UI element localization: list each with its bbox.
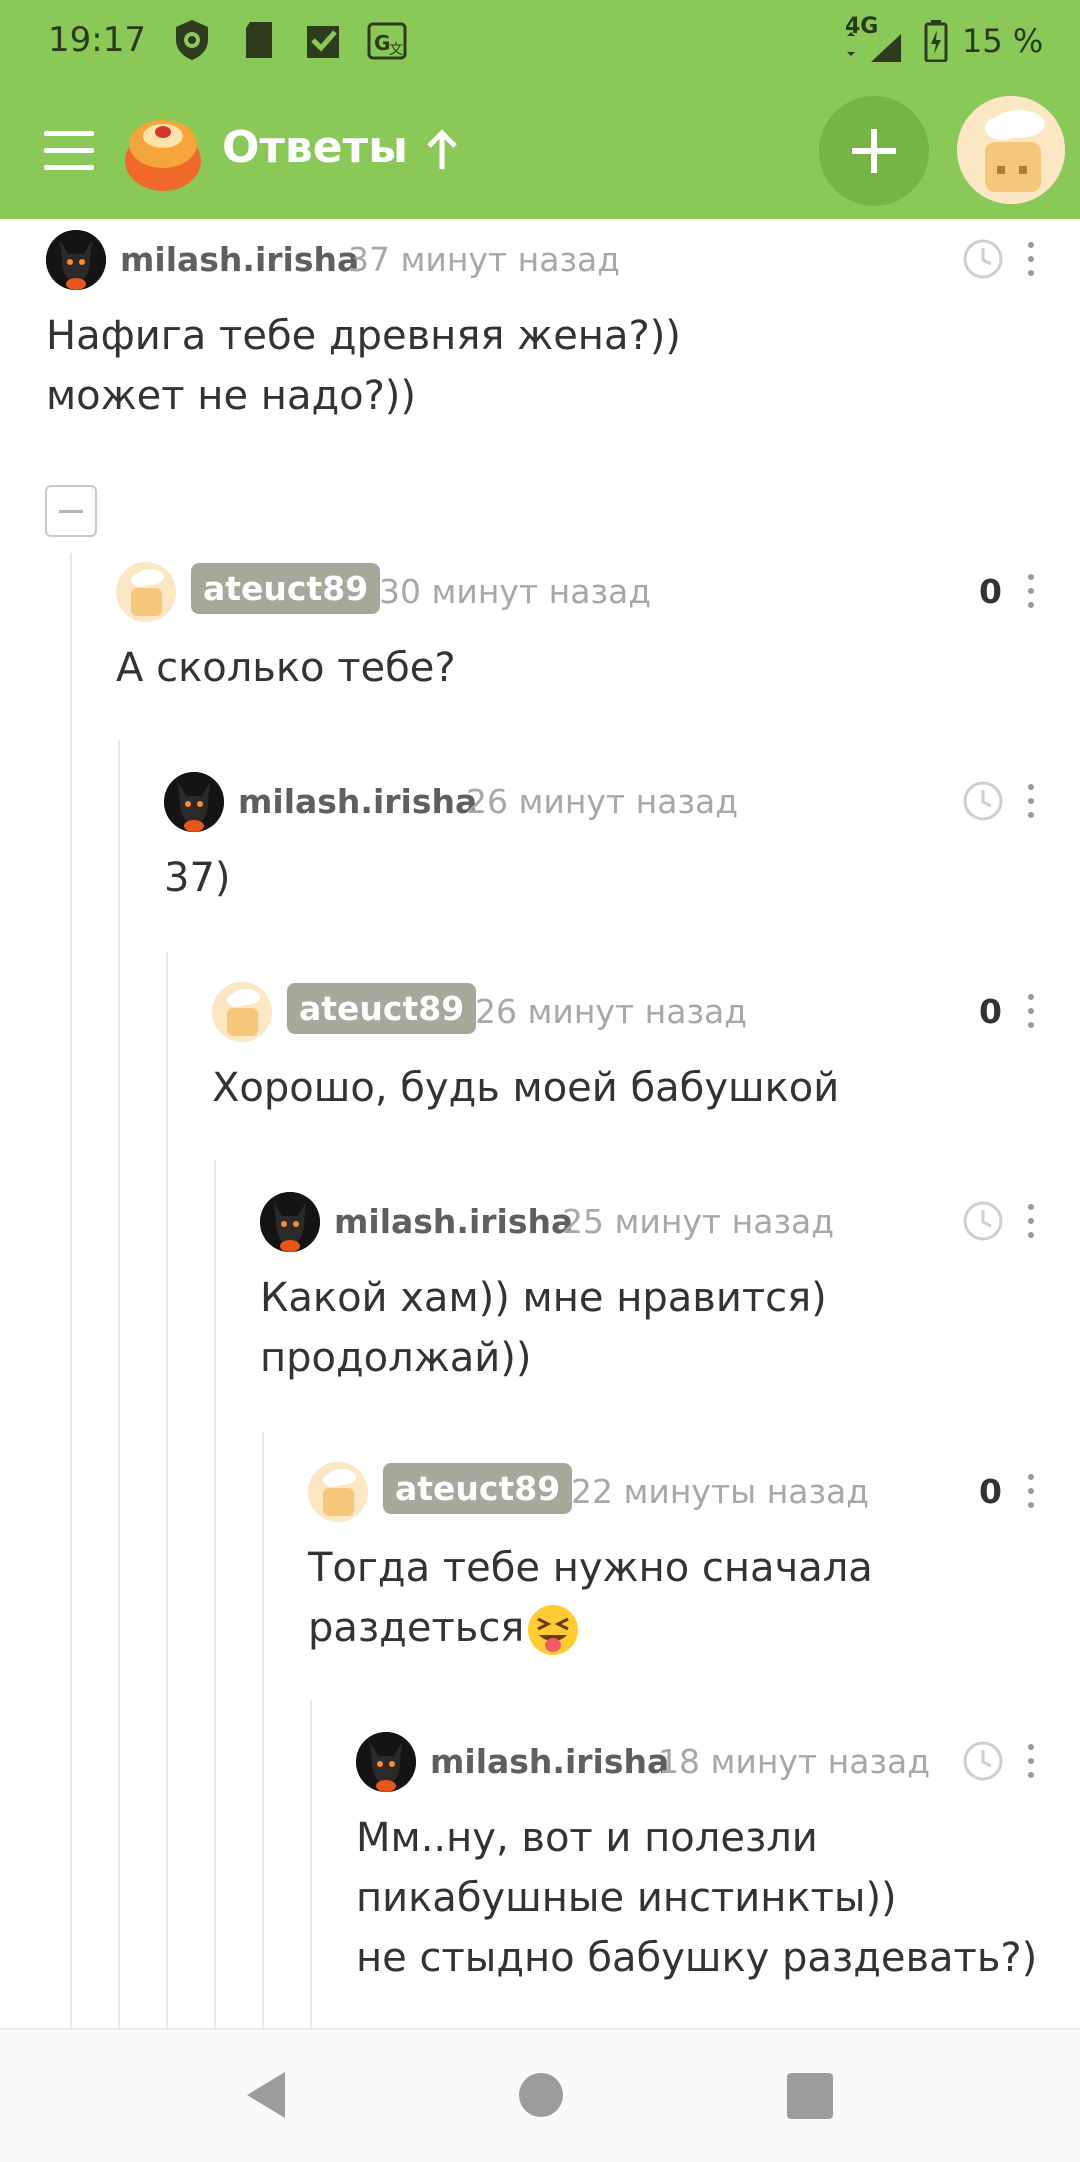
- more-options-icon[interactable]: [1024, 240, 1038, 280]
- comment-rating: 0: [979, 992, 1002, 1031]
- comment-text: 37): [164, 855, 231, 901]
- thread-line: [70, 553, 72, 2028]
- squinting-tongue-emoji: [528, 1605, 579, 1655]
- chef-avatar[interactable]: [212, 982, 272, 1042]
- battery-icon: [924, 20, 948, 62]
- thread-line: [214, 1160, 216, 2028]
- comment-text: Тогда тебе нужно сначала раздеться: [308, 1538, 873, 1658]
- thread-line: [118, 740, 120, 2028]
- clock-icon[interactable]: [962, 1200, 1004, 1242]
- system-nav-bar: [0, 2028, 1080, 2162]
- chef-avatar[interactable]: [116, 562, 176, 622]
- add-post-button[interactable]: [819, 96, 929, 206]
- more-options-icon[interactable]: [1024, 992, 1038, 1032]
- comment-time: 26 минут назад: [475, 992, 748, 1031]
- translate-icon: G 文: [367, 22, 407, 60]
- thread-line: [310, 1700, 312, 2028]
- comment-author-badge[interactable]: ateuct89: [383, 1463, 573, 1514]
- more-options-icon[interactable]: [1024, 572, 1038, 612]
- more-options-icon[interactable]: [1024, 782, 1038, 822]
- page-title: Ответы: [222, 122, 408, 173]
- app-bar: Ответы: [0, 84, 1080, 219]
- comment-author-badge[interactable]: ateuct89: [287, 983, 477, 1034]
- comment-text: А сколько тебе?: [116, 645, 456, 691]
- chef-avatar[interactable]: [308, 1462, 368, 1522]
- comment-rating: 0: [979, 572, 1002, 611]
- comment-rating: 0: [979, 1472, 1002, 1511]
- battery-percent: 15 %: [962, 22, 1044, 60]
- dark-cat-avatar[interactable]: [356, 1732, 416, 1792]
- comment-text: Хорошо, будь моей бабушкой: [212, 1065, 840, 1111]
- more-options-icon[interactable]: [1024, 1202, 1038, 1242]
- collapse-thread-button[interactable]: [45, 485, 97, 537]
- thread-line: [262, 1432, 264, 2028]
- svg-text:G: G: [374, 31, 390, 55]
- comment-time: 18 минут назад: [658, 1742, 931, 1781]
- back-triangle-icon[interactable]: [245, 2070, 289, 2120]
- comment-time: 22 минуты назад: [571, 1472, 870, 1511]
- dark-cat-avatar[interactable]: [46, 230, 106, 290]
- comment-text: Мм..ну, вот и полезли пикабушные инстинк…: [356, 1815, 1038, 1981]
- clock-icon[interactable]: [962, 780, 1004, 822]
- comment-author[interactable]: milash.irisha: [238, 782, 477, 821]
- pikabu-logo-icon: [125, 120, 201, 191]
- recents-square-icon[interactable]: [787, 2073, 833, 2119]
- thread-line: [166, 952, 168, 2028]
- clock-icon[interactable]: [962, 238, 1004, 280]
- comment-text: Нафига тебе древняя жена?)) может не над…: [46, 313, 681, 419]
- clock-icon[interactable]: [962, 1740, 1004, 1782]
- hamburger-menu-icon[interactable]: [44, 131, 94, 171]
- comment-author[interactable]: milash.irisha: [334, 1202, 573, 1241]
- comment-time: 25 минут назад: [562, 1202, 835, 1241]
- signal-icon: [847, 32, 901, 62]
- comment-author[interactable]: milash.irisha: [430, 1742, 669, 1781]
- more-options-icon[interactable]: [1024, 1742, 1038, 1782]
- comment-author-badge[interactable]: ateuct89: [191, 563, 381, 614]
- status-time: 19:17: [48, 20, 146, 60]
- comment-author[interactable]: milash.irisha: [120, 240, 359, 279]
- comment-time: 30 минут назад: [379, 572, 652, 611]
- comment-time: 37 минут назад: [348, 240, 621, 279]
- arrow-up-icon[interactable]: [424, 129, 460, 171]
- sd-card-icon: [246, 22, 272, 58]
- plus-icon: [852, 129, 896, 173]
- dark-cat-avatar[interactable]: [260, 1192, 320, 1252]
- home-circle-icon[interactable]: [519, 2073, 563, 2117]
- svg-text:文: 文: [389, 42, 403, 58]
- dark-cat-avatar[interactable]: [164, 772, 224, 832]
- more-options-icon[interactable]: [1024, 1472, 1038, 1512]
- comment-time: 26 минут назад: [466, 782, 739, 821]
- check-icon: [307, 26, 339, 58]
- shield-icon: [176, 20, 208, 60]
- status-bar: 19:17 G 文 4G 15 %: [0, 0, 1080, 84]
- comment-text-content: Тогда тебе нужно сначала раздеться: [308, 1545, 873, 1651]
- comment-text: Какой хам)) мне нравится) продолжай)): [260, 1275, 827, 1381]
- user-avatar-icon[interactable]: [957, 96, 1065, 204]
